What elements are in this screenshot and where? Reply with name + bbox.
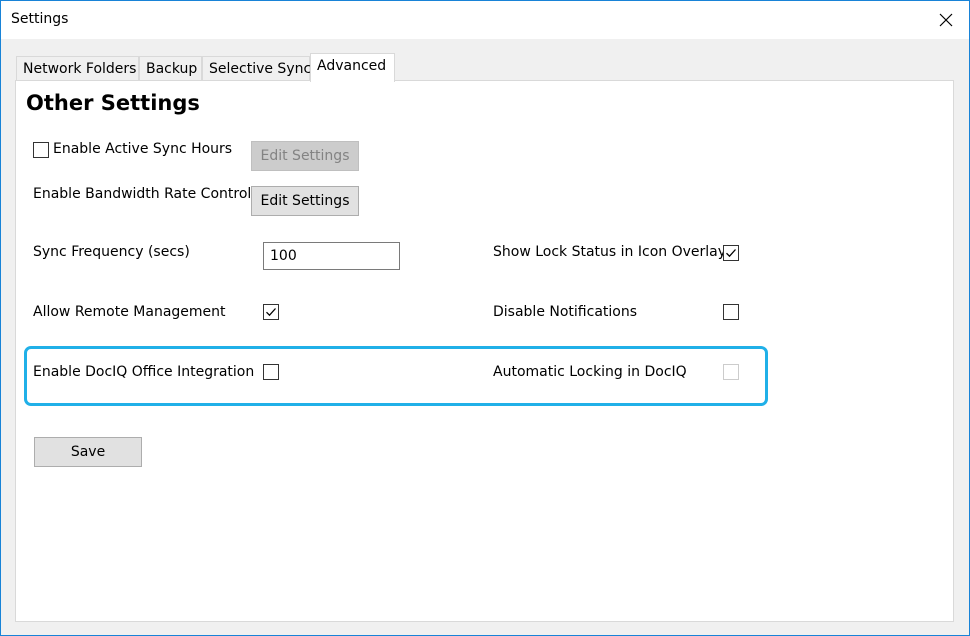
checkmark-icon bbox=[266, 308, 276, 317]
tab-advanced[interactable]: Advanced bbox=[310, 53, 395, 82]
close-icon bbox=[939, 13, 953, 27]
sync-frequency-input[interactable]: 100 bbox=[263, 242, 400, 270]
show-lock-status-label: Show Lock Status in Icon Overlay bbox=[493, 244, 727, 260]
tab-label: Network Folders bbox=[23, 61, 137, 77]
disable-notifications-label: Disable Notifications bbox=[493, 304, 638, 320]
settings-window: Settings Network Folders Backup Selectiv… bbox=[0, 0, 970, 636]
tab-selective-sync[interactable]: Selective Sync bbox=[202, 56, 312, 82]
title-bar: Settings bbox=[1, 1, 969, 39]
active-sync-hours-label: Enable Active Sync Hours bbox=[53, 141, 233, 157]
auto-locking-label: Automatic Locking in DocIQ bbox=[493, 364, 687, 380]
remote-management-label: Allow Remote Management bbox=[33, 304, 226, 320]
tab-label: Backup bbox=[146, 61, 198, 77]
active-sync-hours-checkbox[interactable] bbox=[33, 142, 49, 158]
window-title: Settings bbox=[11, 11, 69, 27]
dociq-office-checkbox[interactable] bbox=[263, 364, 279, 380]
save-button[interactable]: Save bbox=[34, 437, 142, 467]
advanced-panel: Other Settings Enable Active Sync Hours … bbox=[15, 80, 954, 622]
close-button[interactable] bbox=[923, 1, 969, 39]
show-lock-status-checkbox[interactable] bbox=[723, 245, 739, 261]
tab-network-folders[interactable]: Network Folders bbox=[16, 56, 139, 82]
auto-locking-checkbox[interactable] bbox=[723, 364, 739, 380]
checkmark-icon bbox=[726, 249, 736, 258]
dociq-office-label: Enable DocIQ Office Integration bbox=[33, 364, 255, 380]
tab-label: Advanced bbox=[317, 58, 387, 74]
tab-label: Selective Sync bbox=[209, 61, 312, 77]
bandwidth-rate-label: Enable Bandwidth Rate Control bbox=[33, 186, 252, 202]
remote-management-checkbox[interactable] bbox=[263, 304, 279, 320]
sync-frequency-label: Sync Frequency (secs) bbox=[33, 244, 190, 260]
section-heading: Other Settings bbox=[26, 91, 200, 115]
bandwidth-edit-settings-button[interactable]: Edit Settings bbox=[251, 186, 359, 216]
disable-notifications-checkbox[interactable] bbox=[723, 304, 739, 320]
active-sync-edit-settings-button[interactable]: Edit Settings bbox=[251, 141, 359, 171]
tab-backup[interactable]: Backup bbox=[139, 56, 202, 82]
